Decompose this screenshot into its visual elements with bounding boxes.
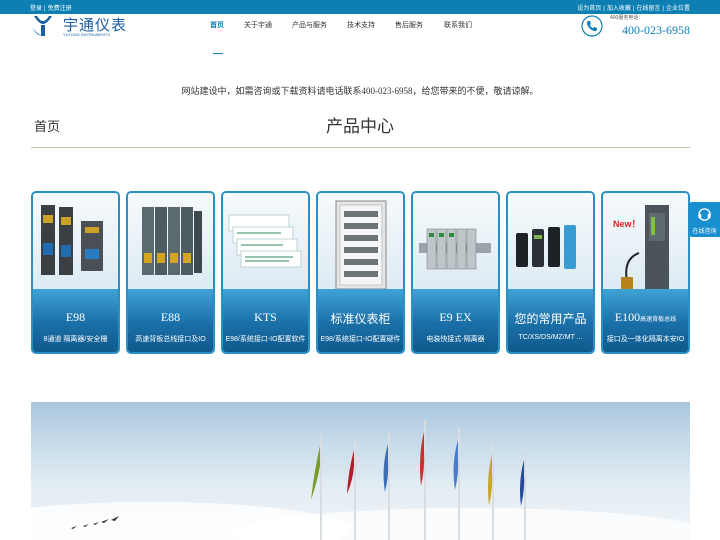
nav-item-products[interactable]: 产品与服务 [292, 20, 327, 30]
online-consult-label: 在线咨询 [692, 229, 717, 235]
product-title: 标准仪表柜 [330, 312, 391, 326]
flags-image [31, 420, 690, 540]
product-card-e9ex[interactable]: E9 EX 电装快接式-隔离器 [411, 191, 500, 354]
product-card-e88[interactable]: E88 高速背板总线接口及IO [126, 191, 215, 354]
product-desc: 高速背板总线接口及IO [135, 336, 206, 343]
nav-item-home[interactable]: 首页 [210, 20, 224, 30]
product-title: E100高速背板总线 [603, 310, 688, 325]
product-title: E88 [160, 310, 181, 324]
product-image-kts [223, 193, 308, 293]
product-title: E9 EX [439, 310, 472, 324]
product-title: E98 [65, 310, 86, 324]
product-subtitle: 高速背板总线 [640, 317, 677, 323]
phone-number: 400-023-6958 [622, 23, 690, 37]
login-link[interactable]: 登录 [30, 6, 42, 12]
set-homepage-link[interactable]: 设为首页 [577, 6, 601, 12]
phone-label: 400服务电话： [610, 15, 644, 21]
top-bar-right: 设为首页 | 加入收藏 | 在线留言 | 企业位置 [577, 6, 690, 12]
new-badge: New！ [613, 219, 641, 229]
headset-icon [698, 208, 711, 221]
construction-notice: 网站建设中，如需咨询或下载资料请电话联系400-023-6958，给您带来的不便… [181, 86, 539, 96]
product-image-common [508, 193, 593, 293]
product-card-e98[interactable]: E98 8通道 隔离器/安全栅 [31, 191, 120, 354]
top-bar: 登录 | 免费注册 设为首页 | 加入收藏 | 在线留言 | 企业位置 [0, 0, 720, 14]
product-image-cabinet [318, 193, 403, 293]
nav-item-support[interactable]: 技术支持 [347, 20, 375, 30]
product-grid: E98 8通道 隔离器/安全栅 E88 高速背板总线接口及IO KTS E98/… [31, 191, 690, 354]
section-divider [31, 147, 690, 148]
product-desc: E98/系统接口-IO配置硬件 [320, 336, 401, 343]
product-desc: 8通道 隔离器/安全栅 [43, 336, 108, 343]
logo-mark-icon [33, 16, 52, 36]
site-header: 宇通仪表 YUTONG INSTRUMENTS 首页 关于宇通 产品与服务 技术… [0, 14, 720, 54]
phone-icon [581, 15, 603, 37]
nav-item-contact[interactable]: 联系我们 [444, 20, 472, 30]
online-message-link[interactable]: 在线留言 [636, 6, 660, 12]
product-image-e88 [128, 193, 213, 293]
product-image-e100 [603, 193, 688, 293]
product-title: 您的常用产品 [514, 312, 587, 326]
logo[interactable]: 宇通仪表 YUTONG INSTRUMENTS [31, 14, 131, 40]
hero-banner [31, 402, 690, 540]
product-desc: E98/系统接口-IO配置软件 [225, 336, 306, 343]
company-location-link[interactable]: 企业位置 [666, 6, 690, 12]
product-image-e98 [33, 193, 118, 293]
nav-item-about[interactable]: 关于宇通 [244, 20, 272, 30]
product-desc: 接口及一体化隔离本安IO [606, 336, 685, 343]
add-favorite-link[interactable]: 加入收藏 [607, 6, 631, 12]
online-consult-button[interactable]: 在线咨询 [689, 202, 720, 237]
product-card-cabinet[interactable]: 标准仪表柜 E98/系统接口-IO配置硬件 [316, 191, 405, 354]
register-link[interactable]: 免费注册 [48, 6, 72, 12]
nav-item-service[interactable]: 售后服务 [395, 20, 423, 30]
product-title-text: E100 [614, 310, 641, 324]
product-title: KTS [254, 310, 277, 324]
logo-english: YUTONG INSTRUMENTS [63, 32, 111, 37]
product-desc: 电装快接式-隔离器 [426, 336, 485, 343]
section-title: 产品中心 [326, 117, 394, 136]
product-card-common[interactable]: 您的常用产品 TC/XS/DS/MZ/MT ... [506, 191, 595, 354]
top-bar-left: 登录 | 免费注册 [30, 6, 72, 12]
nav-active-indicator [213, 53, 223, 54]
product-card-kts[interactable]: KTS E98/系统接口-IO配置软件 [221, 191, 310, 354]
product-image-e9ex [413, 193, 498, 293]
product-desc: TC/XS/DS/MZ/MT ... [518, 334, 583, 341]
product-card-e100[interactable]: New！ E100高速背板总线 接口及一体化隔离本安IO [601, 191, 690, 354]
